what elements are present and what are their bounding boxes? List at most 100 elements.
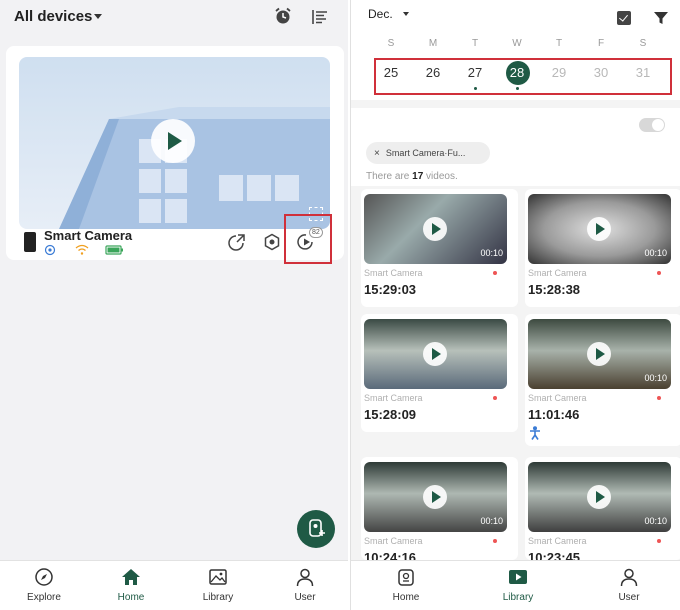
play-icon[interactable]: [587, 485, 611, 509]
unread-dot: [657, 539, 661, 543]
tab-user[interactable]: User: [594, 567, 664, 609]
user-icon: [296, 568, 314, 587]
camera-device-icon: [24, 232, 36, 252]
video-thumbnail[interactable]: 00:10: [528, 462, 671, 532]
video-time: 15:28:09: [364, 407, 417, 422]
tab-label: Library: [202, 592, 234, 603]
sort-list-icon[interactable]: [311, 8, 329, 26]
camera-preview[interactable]: [19, 57, 330, 229]
caret-down-icon[interactable]: [403, 12, 409, 16]
filter-chip[interactable]: × Smart Camera·Fu...: [366, 142, 490, 164]
video-time: 11:01:46: [528, 407, 580, 422]
weekday-label: S: [639, 38, 647, 49]
video-duration: 00:10: [480, 516, 503, 526]
filter-chip-label: Smart Camera·Fu...: [385, 148, 466, 158]
video-thumbnail[interactable]: [364, 319, 507, 389]
video-thumbnail[interactable]: 00:10: [528, 194, 671, 264]
alarm-clock-icon[interactable]: [274, 7, 292, 25]
weekday-label: S: [387, 38, 395, 49]
video-thumbnail[interactable]: 00:10: [364, 462, 507, 532]
image-icon: [209, 569, 227, 585]
home-header: All devices: [0, 0, 348, 36]
video-card[interactable]: 00:10 Smart Camera 15:28:38: [525, 189, 680, 307]
caret-down-icon[interactable]: [94, 14, 102, 19]
tab-label: User: [294, 592, 316, 603]
tab-label: Home: [392, 592, 420, 603]
compass-icon: [35, 568, 53, 586]
bottom-tab-bar: Explore Home Library User: [0, 560, 348, 610]
weekday-label: T: [555, 38, 563, 49]
video-thumbnail[interactable]: 00:10: [364, 194, 507, 264]
weekday-label: T: [471, 38, 479, 49]
weekday-label: F: [597, 38, 605, 49]
tab-label: User: [618, 592, 640, 603]
close-icon[interactable]: ×: [374, 148, 380, 159]
video-camera-name: Smart Camera: [528, 393, 587, 403]
highlight-box-calendar: [374, 58, 672, 95]
month-selector[interactable]: Dec.: [368, 7, 393, 21]
tab-user[interactable]: User: [270, 567, 340, 609]
play-icon[interactable]: [423, 485, 447, 509]
play-icon[interactable]: [587, 217, 611, 241]
video-card[interactable]: 00:10 Smart Camera 11:01:46: [525, 314, 680, 446]
tab-library[interactable]: Library: [483, 567, 553, 609]
filter-icon[interactable]: [654, 11, 668, 25]
video-camera-name: Smart Camera: [364, 393, 423, 403]
unread-dot: [657, 271, 661, 275]
video-camera-name: Smart Camera: [364, 536, 423, 546]
home-screen: All devices Smart Camera 82 Explore Home…: [0, 0, 348, 610]
video-card[interactable]: Smart Camera 15:28:09: [361, 314, 518, 432]
home-icon: [122, 569, 140, 585]
device-name: Smart Camera: [44, 228, 133, 243]
unread-dot: [493, 539, 497, 543]
video-count: 17: [412, 171, 424, 182]
unread-dot: [493, 271, 497, 275]
weekday-label: W: [512, 38, 522, 49]
highlight-box-playback: [284, 214, 332, 264]
video-time: 15:29:03: [364, 282, 417, 297]
video-card[interactable]: 00:10 Smart Camera 10:23:45: [525, 457, 680, 560]
wifi-icon: [75, 244, 89, 255]
add-camera-icon: [309, 519, 325, 537]
tab-label: Library: [502, 592, 534, 603]
video-camera-name: Smart Camera: [528, 536, 587, 546]
video-duration: 00:10: [480, 248, 503, 258]
video-duration: 00:10: [644, 516, 667, 526]
count-suffix: videos.: [426, 171, 458, 182]
video-camera-name: Smart Camera: [528, 268, 587, 278]
play-icon[interactable]: [423, 217, 447, 241]
video-camera-name: Smart Camera: [364, 268, 423, 278]
settings-icon[interactable]: [263, 233, 281, 251]
play-icon[interactable]: [151, 119, 195, 163]
library-screen: Dec. S M T W T F S 25 26 27 28 29 30 31 …: [350, 0, 680, 610]
select-checkbox-icon[interactable]: [617, 11, 631, 25]
video-thumbnail[interactable]: 00:10: [528, 319, 671, 389]
motion-icon: [44, 244, 56, 256]
share-icon[interactable]: [228, 233, 246, 251]
add-device-button[interactable]: [297, 510, 335, 548]
video-card[interactable]: 00:10 Smart Camera 15:29:03: [361, 189, 518, 307]
device-status-icons: [44, 244, 123, 256]
video-card[interactable]: 00:10 Smart Camera 10:24:16: [361, 457, 518, 560]
video-time: 10:23:45: [528, 550, 581, 560]
tab-library[interactable]: Library: [183, 567, 253, 609]
unread-dot: [657, 396, 661, 400]
toggle-switch[interactable]: [639, 118, 665, 132]
tab-home[interactable]: Home: [371, 567, 441, 609]
device-filter-title[interactable]: All devices: [14, 8, 92, 25]
video-icon: [509, 570, 527, 584]
tab-home[interactable]: Home: [96, 567, 166, 609]
bottom-tab-bar: Home Library User: [351, 560, 680, 610]
video-duration: 00:10: [644, 248, 667, 258]
calendar-header: Dec. S M T W T F S 25 26 27 28 29 30 31: [351, 0, 680, 100]
play-icon[interactable]: [423, 342, 447, 366]
tab-explore[interactable]: Explore: [9, 567, 79, 609]
count-prefix: There are: [366, 171, 410, 182]
person-detected-icon: [530, 426, 540, 440]
video-time: 15:28:38: [528, 282, 581, 297]
user-icon: [620, 568, 638, 587]
play-icon[interactable]: [587, 342, 611, 366]
video-time: 10:24:16: [364, 550, 417, 560]
filter-section: × Smart Camera·Fu... There are 17 videos.: [351, 108, 680, 186]
tab-label: Home: [117, 592, 145, 603]
